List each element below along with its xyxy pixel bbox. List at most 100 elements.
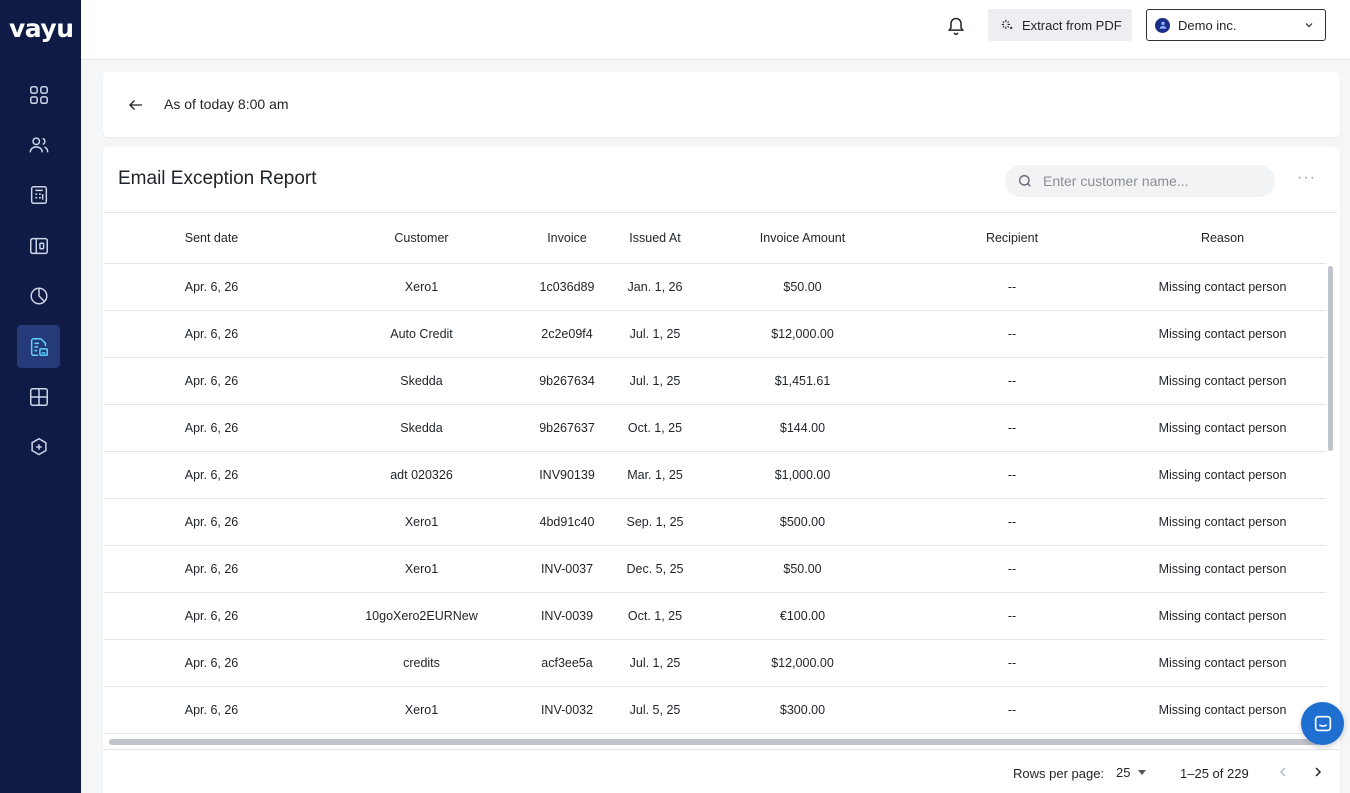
customer-search[interactable] [1005,165,1275,197]
table-cell: Missing contact person [1119,686,1326,734]
chevron-right-icon[interactable] [1310,764,1326,780]
table-cell: Oct. 1, 25 [610,404,700,452]
table-row[interactable]: Apr. 6, 26 Xero1 INV-0037 Dec. 5, 25 $50.00-… [104,545,1326,593]
table-row[interactable]: Apr. 6, 26 Skedda 9b267634 Jul. 1, 25 $1,451… [104,357,1326,405]
nav-wallet[interactable] [17,224,60,267]
table-row[interactable]: Apr. 6, 26 Xero1 1c036d89 Jan. 1, 26 $50.00-… [104,263,1326,311]
report-title: Email Exception Report [118,168,317,189]
table-cell: -- [905,639,1119,687]
table-row[interactable]: Apr. 6, 26 Xero1 INV-0032 Jul. 5, 25 $300.00… [104,686,1326,734]
table-cell: -- [905,357,1119,405]
table-cell: Apr. 6, 26 [104,592,319,640]
table-row[interactable]: Apr. 6, 26 Auto Credit 2c2e09f4 Jul. 1, 25 $… [104,310,1326,358]
table-cell: Apr. 6, 26 [104,498,319,546]
table-cell: Missing contact person [1119,310,1326,358]
table-row[interactable]: Apr. 6, 26 adt 020326 INV90139 Mar. 1, 25 $1… [104,451,1326,499]
extract-from-pdf-button[interactable]: Extract from PDF [988,9,1132,41]
vertical-scrollbar[interactable] [1326,264,1334,734]
table-cell: Oct. 1, 25 [610,592,700,640]
table-cell: INV-0037 [524,545,610,593]
org-name: Demo inc. [1178,17,1237,33]
column-header[interactable]: Sent date [104,213,319,264]
table-cell: Xero1 [319,545,524,593]
table-cell: 1c036d89 [524,263,610,311]
chat-support-button[interactable] [1301,702,1344,745]
report-card: Email Exception Report ··· Sent dateCust… [103,147,1340,793]
table-cell: adt 020326 [319,451,524,499]
table-row[interactable]: Apr. 6, 26 10goXero2EURNew INV-0039 Oct. 1,… [104,592,1326,640]
table-cell: -- [905,498,1119,546]
table-cell: -- [905,686,1119,734]
report-icon [30,337,48,356]
as-of-text: As of today 8:00 am [164,96,289,112]
table-cell: Jul. 1, 25 [610,639,700,687]
grid-icon [29,85,48,104]
table-cell: Jul. 1, 25 [610,357,700,405]
nav-dashboard[interactable] [17,73,60,116]
calculator-icon [30,185,47,204]
integrations-icon [30,437,47,455]
table-cell: Jul. 5, 25 [610,686,700,734]
table-cell: -- [905,592,1119,640]
table-cell: Apr. 6, 26 [104,451,319,499]
nav-billing[interactable] [17,173,60,216]
table-cell: 9b267637 [524,404,610,452]
bell-icon[interactable] [946,16,966,36]
column-header[interactable]: Issued At [610,213,700,264]
table-cell: INV90139 [524,451,610,499]
table-cell: $1,000.00 [700,451,905,499]
sparkle-icon [1001,19,1013,30]
table-cell: Skedda [319,357,524,405]
table-cell: $50.00 [700,263,905,311]
nav-integrations[interactable] [17,425,60,468]
table-row[interactable]: Apr. 6, 26 Xero1 4bd91c40 Sep. 1, 25 $500.00… [104,498,1326,546]
table-cell: $1,451.61 [700,357,905,405]
search-input[interactable] [1043,173,1253,189]
column-header[interactable]: Invoice Amount [700,213,905,264]
table-cell: Apr. 6, 26 [104,263,319,311]
app-logo[interactable]: vayu [9,14,74,43]
table-cell: INV-0032 [524,686,610,734]
table-cell: 10goXero2EURNew [319,592,524,640]
table-cell: Missing contact person [1119,545,1326,593]
organization-select[interactable]: Demo inc. [1146,9,1326,41]
pagination-range: 1–25 of 229 [1180,766,1249,781]
column-header[interactable]: Reason [1119,213,1326,264]
nav-reports[interactable] [17,325,60,368]
table-cell: Auto Credit [319,310,524,358]
rows-per-page-value: 25 [1116,765,1131,780]
nav-analytics[interactable] [17,274,60,317]
column-header[interactable]: Invoice [524,213,610,264]
table-cell: Apr. 6, 26 [104,310,319,358]
column-header[interactable]: Recipient [905,213,1119,264]
horizontal-scrollbar[interactable] [109,739,1319,745]
layout-icon [29,387,48,406]
table-cell: Mar. 1, 25 [610,451,700,499]
table-row[interactable]: Apr. 6, 26 Skedda 9b267637 Oct. 1, 25 $144.0… [104,404,1326,452]
table-row[interactable]: Apr. 6, 26 credits acf3ee5a Jul. 1, 25 $12,0… [104,639,1326,687]
chevron-left-icon[interactable] [1275,764,1291,780]
as-of-bar: As of today 8:00 am [103,72,1340,137]
nav-layouts[interactable] [17,375,60,418]
nav-customers[interactable] [17,123,60,166]
chat-icon [1314,715,1331,731]
caret-down-icon [1138,770,1147,775]
vertical-scrollbar-thumb[interactable] [1328,266,1333,451]
extract-label: Extract from PDF [1022,17,1122,33]
table-cell: Apr. 6, 26 [104,639,319,687]
back-arrow-icon[interactable] [127,96,145,114]
table-cell: Jan. 1, 26 [610,263,700,311]
table-cell: -- [905,545,1119,593]
table-cell: Apr. 6, 26 [104,686,319,734]
rows-per-page-select[interactable]: 25 [1116,765,1147,780]
report-table-container: Sent date Customer Invoice Issued At Invoice… [104,212,1337,742]
table-cell: Missing contact person [1119,498,1326,546]
table-body: Apr. 6, 26 Xero1 1c036d89 Jan. 1, 26 $50.00-… [104,263,1326,742]
table-cell: Xero1 [319,263,524,311]
more-options-button[interactable]: ··· [1297,169,1316,187]
table-cell: 2c2e09f4 [524,310,610,358]
table-cell: credits [319,639,524,687]
table-cell: Missing contact person [1119,592,1326,640]
column-header[interactable]: Customer [319,213,524,264]
wallet-icon [29,237,48,254]
